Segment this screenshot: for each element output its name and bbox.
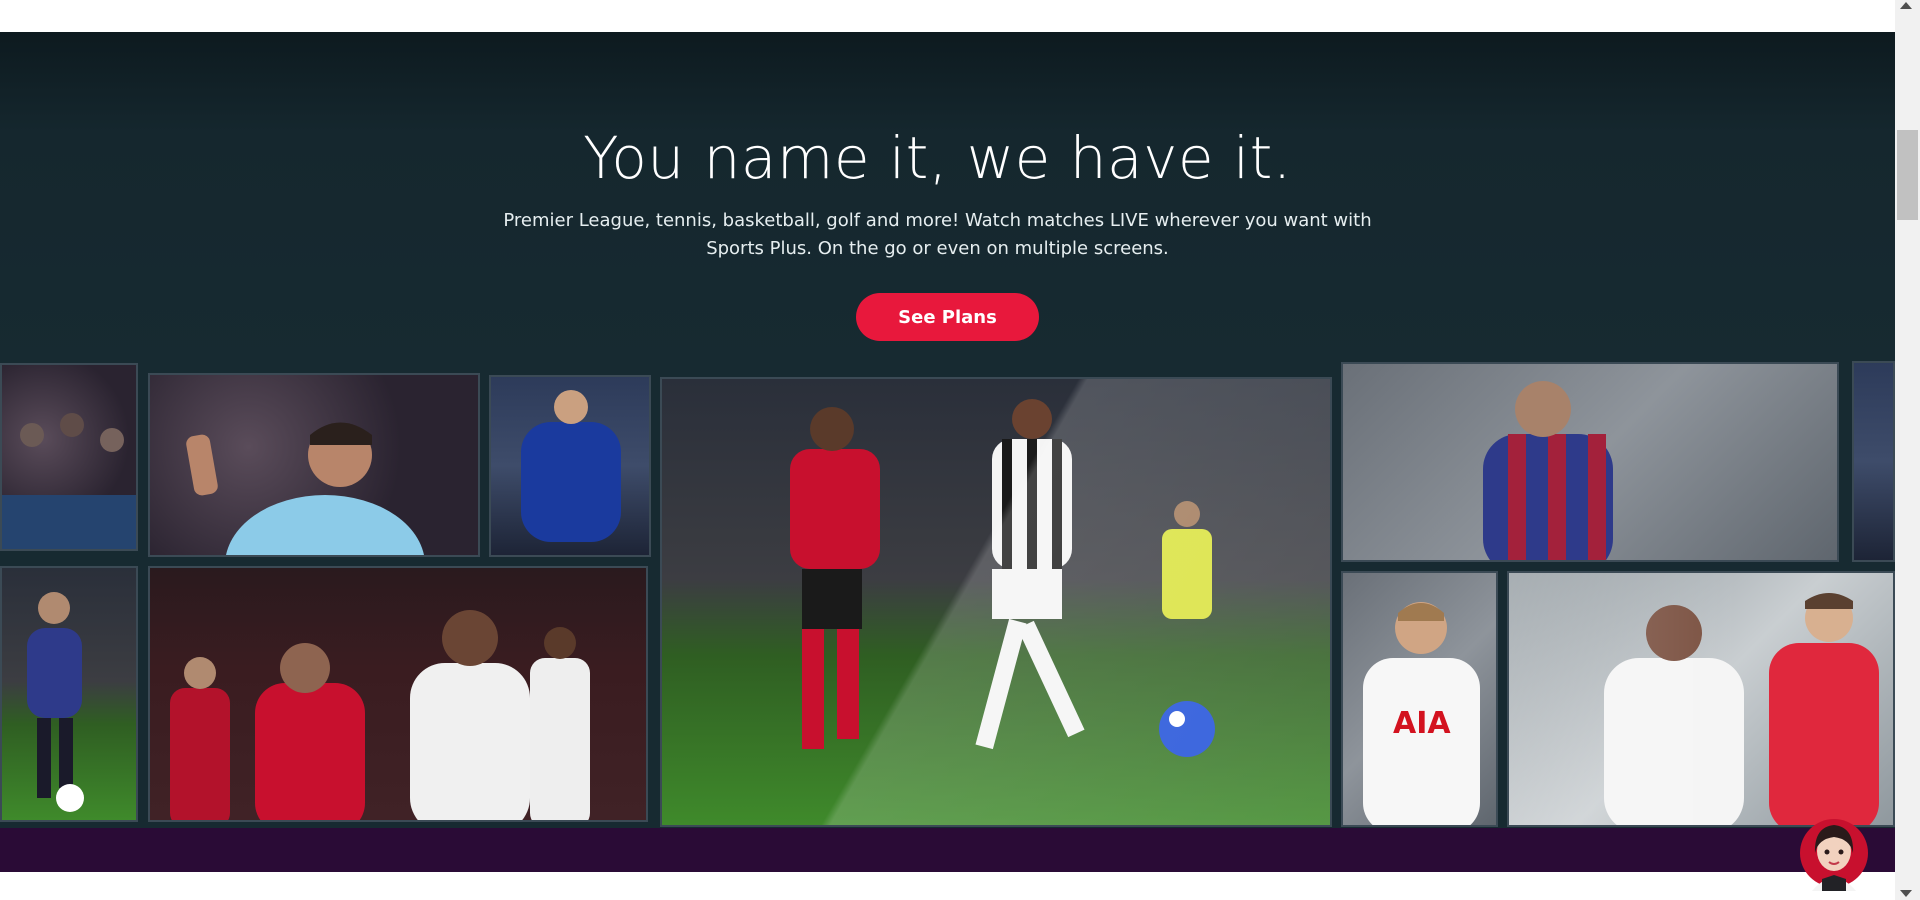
- photo-barcelona-player: [1341, 362, 1839, 562]
- see-plans-button[interactable]: See Plans: [856, 293, 1039, 341]
- photo-right-edge: [1852, 361, 1895, 562]
- hero-headline: You name it, we have it.: [583, 124, 1292, 192]
- page: You name it, we have it. Premier League,…: [0, 0, 1895, 900]
- photo-real-madrid-cska: [1507, 571, 1895, 827]
- football-crowd-photo-icon: [2, 413, 136, 549]
- photo-featured-match: [660, 377, 1332, 827]
- chat-assistant-avatar-icon[interactable]: [1800, 813, 1868, 893]
- football-player-photo-icon: [1483, 381, 1613, 560]
- photo-tottenham-player: AIA: [1341, 571, 1498, 827]
- svg-text:AIA: AIA: [1393, 706, 1451, 741]
- football-match-photo-icon: [170, 610, 590, 820]
- hero-section: You name it, we have it. Premier League,…: [0, 32, 1895, 872]
- bottom-band: [0, 828, 1895, 872]
- glass-shine-overlay: [1509, 573, 1893, 825]
- football-player-photo-icon: [27, 592, 84, 812]
- photo-chelsea-player: [489, 375, 651, 557]
- scrollbar-thumb[interactable]: [1897, 130, 1918, 220]
- photo-man-city-player: [148, 373, 480, 557]
- football-player-photo-icon: AIA: [1363, 602, 1480, 825]
- glass-shine-overlay: [662, 379, 1330, 825]
- photo-left-edge-top: [0, 363, 138, 551]
- scroll-down-arrow-icon[interactable]: [1900, 890, 1912, 897]
- hero-subtitle: Premier League, tennis, basketball, golf…: [503, 210, 1372, 259]
- football-player-photo-icon: [186, 422, 424, 555]
- scroll-up-arrow-icon[interactable]: [1900, 2, 1912, 9]
- photo-left-edge-bottom: [0, 566, 138, 822]
- football-player-photo-icon: [521, 390, 621, 542]
- photo-man-utd-valencia: [148, 566, 648, 822]
